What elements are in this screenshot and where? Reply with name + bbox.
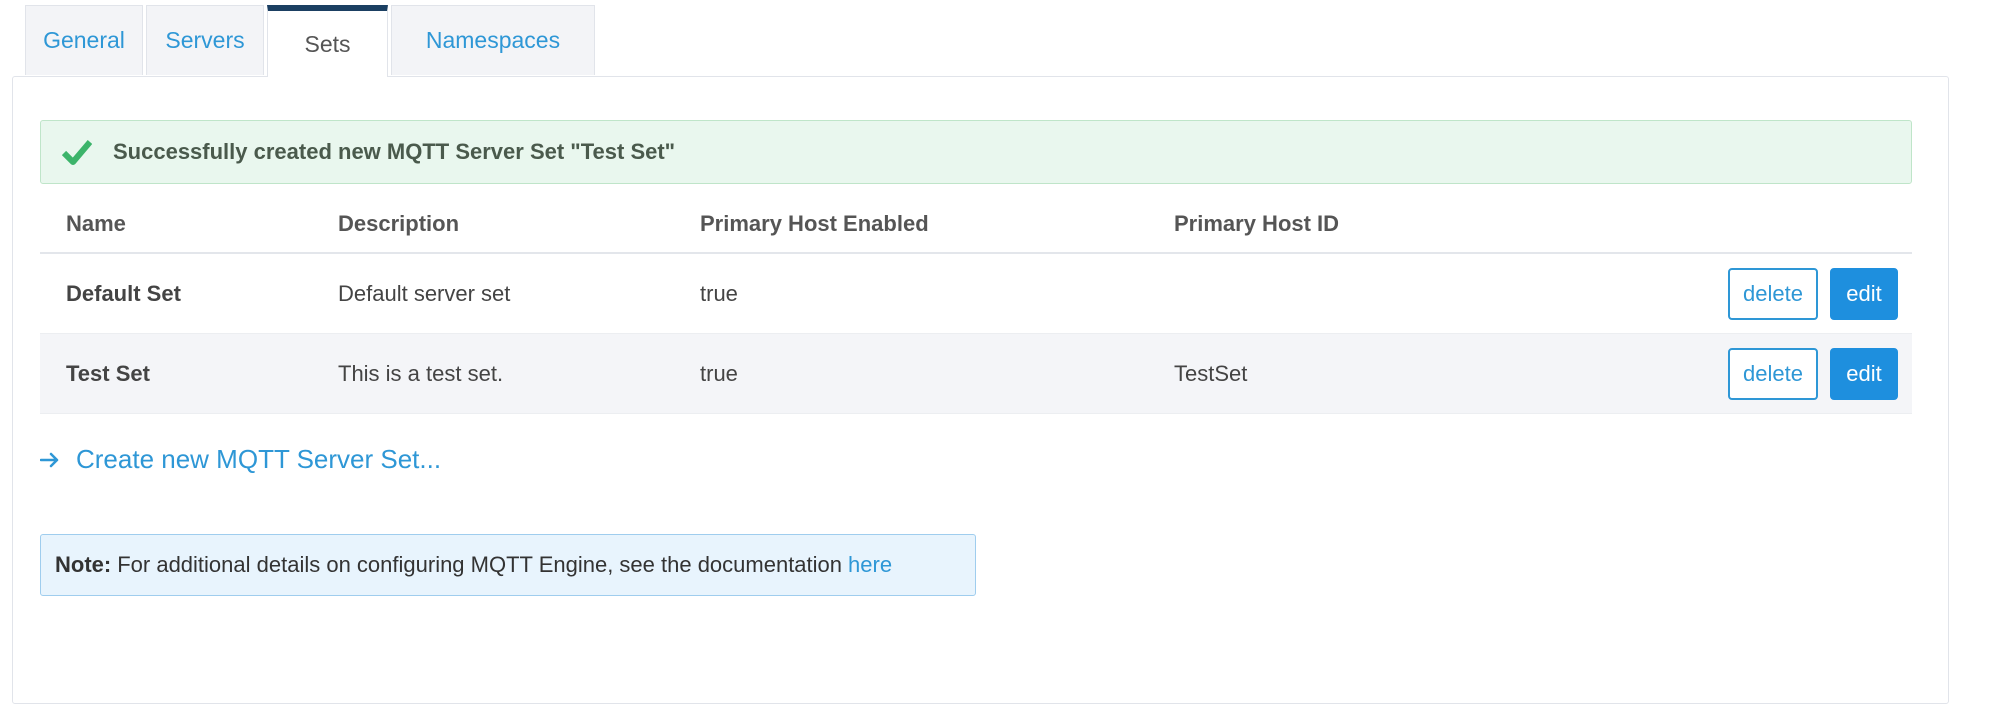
alert-message: Successfully created new MQTT Server Set… xyxy=(113,139,676,164)
set-description: This is a test set. xyxy=(338,360,504,386)
note-label: Note: xyxy=(55,552,112,577)
documentation-link[interactable]: here xyxy=(848,552,892,578)
edit-button[interactable]: edit xyxy=(1830,347,1898,400)
table-header: Name Description Primary Host Enabled Pr… xyxy=(40,196,1912,254)
create-set-link[interactable]: Create new MQTT Server Set... xyxy=(39,444,442,475)
table-row: Test Set This is a test set. true TestSe… xyxy=(40,334,1912,414)
set-name: Default Set xyxy=(66,280,181,306)
check-icon xyxy=(41,139,113,165)
delete-button[interactable]: delete xyxy=(1728,347,1818,400)
row-actions: delete edit xyxy=(1728,267,1898,320)
set-name: Test Set xyxy=(66,360,150,386)
server-sets-table: Name Description Primary Host Enabled Pr… xyxy=(40,196,1912,414)
table-row: Default Set Default server set true dele… xyxy=(40,254,1912,334)
set-primary-host-id: TestSet xyxy=(1174,360,1248,386)
delete-button[interactable]: delete xyxy=(1728,267,1818,320)
create-set-label: Create new MQTT Server Set... xyxy=(76,444,442,474)
set-primary-host-enabled: true xyxy=(700,360,738,386)
edit-button[interactable]: edit xyxy=(1830,267,1898,320)
header-primary-host-id: Primary Host ID xyxy=(1174,211,1340,236)
row-actions: delete edit xyxy=(1728,347,1898,400)
header-primary-host-enabled: Primary Host Enabled xyxy=(700,211,929,236)
tab-general[interactable]: General xyxy=(25,5,143,75)
header-description: Description xyxy=(338,211,460,236)
note-box: Note: For additional details on configur… xyxy=(40,534,976,596)
tab-bar: General Servers Sets Namespaces xyxy=(25,5,598,77)
set-description: Default server set xyxy=(338,280,511,306)
tab-servers[interactable]: Servers xyxy=(146,5,264,75)
header-name: Name xyxy=(66,211,126,236)
note-text: For additional details on configuring MQ… xyxy=(117,552,843,577)
tab-sets[interactable]: Sets xyxy=(267,5,388,77)
set-primary-host-enabled: true xyxy=(700,280,738,306)
arrow-right-icon xyxy=(39,444,76,475)
tab-namespaces[interactable]: Namespaces xyxy=(391,5,595,75)
success-alert: Successfully created new MQTT Server Set… xyxy=(40,120,1912,184)
